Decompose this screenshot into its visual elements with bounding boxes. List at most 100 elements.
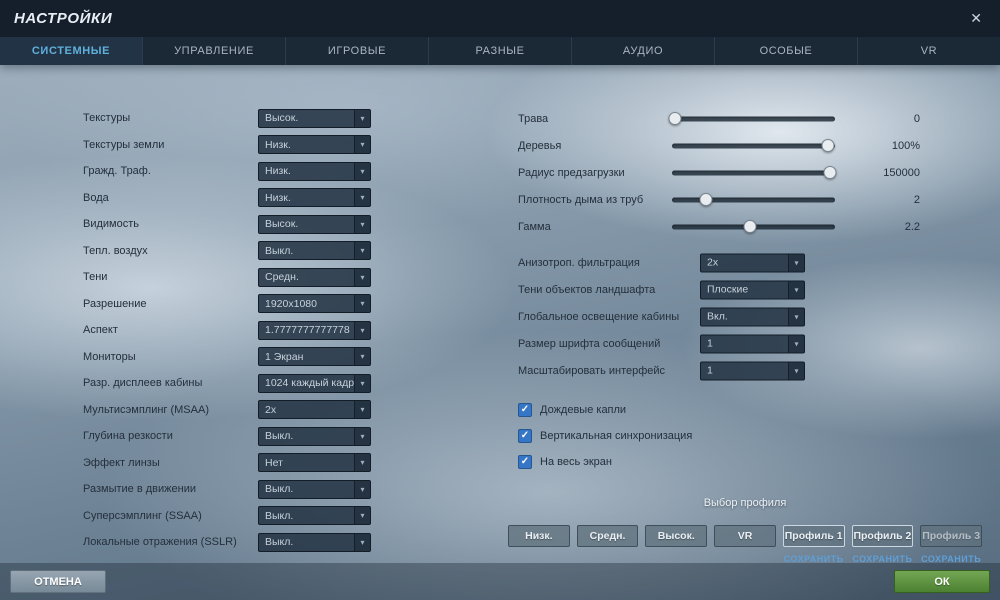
setting-row: Разр. дисплеев кабины 1024 каждый кадр ▾ [83,370,371,397]
setting-row: Тени объектов ландшафта Плоские ▾ [505,276,985,303]
profile-button[interactable]: VR [714,525,776,547]
close-icon[interactable]: ✕ [966,8,986,29]
setting-dropdown[interactable]: 1 Экран ▾ [258,347,371,367]
setting-row: Локальные отражения (SSLR) Выкл. ▾ [83,529,371,556]
chevron-down-icon: ▾ [354,348,370,366]
setting-dropdown[interactable]: Высок. ▾ [258,108,371,128]
setting-dropdown[interactable]: 1 ▾ [700,361,805,380]
setting-dropdown[interactable]: Выкл. ▾ [258,532,371,552]
profile-button[interactable]: Профиль 1 [782,525,845,547]
profile-button-label: Профиль 3 [922,530,981,542]
dropdown-value: 1.7777777777778 [265,324,350,337]
slider-value: 2.2 [904,220,920,233]
tab-bar: СИСТЕМНЫЕ УПРАВЛЕНИЕ ИГРОВЫЕ РАЗНЫЕ АУДИ… [0,37,1000,65]
check-icon: ✓ [520,456,530,467]
dropdown-value: 1024 каждый кадр [265,377,354,390]
slider-track[interactable] [672,220,835,233]
slider-label: Гамма [518,220,551,233]
dropdown-value: Вкл. [707,310,728,323]
setting-dropdown[interactable]: 1024 каждый кадр ▾ [258,373,371,393]
tab[interactable]: СИСТЕМНЫЕ [0,37,143,65]
setting-label: Текстуры [83,112,131,125]
profile-button[interactable]: Высок. [645,525,708,547]
setting-label: Размер шрифта сообщений [518,337,661,350]
tab[interactable]: УПРАВЛЕНИЕ [143,37,286,65]
checkbox-label: На весь экран [540,456,612,468]
setting-dropdown[interactable]: Вкл. ▾ [700,307,805,326]
setting-label: Текстуры земли [83,138,165,151]
dropdown-value: 2x [265,403,277,416]
slider-label: Деревья [518,139,562,152]
setting-row: Тени Средн. ▾ [83,264,371,291]
checkbox-group: ✓ Дождевые капли ✓ Вертикальная синхрони… [505,397,985,475]
setting-row: Глобальное освещение кабины Вкл. ▾ [505,303,985,330]
tab[interactable]: АУДИО [572,37,715,65]
tab[interactable]: VR [858,37,1000,65]
slider-track[interactable] [672,166,837,179]
setting-row: Разрешение 1920x1080 ▾ [83,291,371,318]
tab[interactable]: РАЗНЫЕ [429,37,572,65]
setting-dropdown[interactable]: Плоские ▾ [700,280,805,299]
tab-label: РАЗНЫЕ [475,45,525,57]
chevron-down-icon: ▾ [354,162,370,180]
setting-dropdown[interactable]: Выкл. ▾ [258,506,371,526]
setting-dropdown[interactable]: 2x ▾ [258,400,371,420]
slider-handle[interactable] [668,112,682,125]
checkbox[interactable]: ✓ [518,455,532,469]
profile-button[interactable]: Средн. [576,525,639,547]
setting-dropdown[interactable]: Выкл. ▾ [258,479,371,499]
chevron-down-icon: ▾ [354,533,370,551]
right-dropdown-group: Анизотроп. фильтрация 2x ▾ Тени объектов… [505,249,985,384]
slider-row: Радиус предзагрузки 150000 [505,159,985,186]
chevron-down-icon: ▾ [788,254,804,271]
profile-button[interactable]: Низк. [508,525,570,547]
setting-row: Размер шрифта сообщений 1 ▾ [505,330,985,357]
setting-row: Мультисэмплинг (MSAA) 2x ▾ [83,397,371,424]
chevron-down-icon: ▾ [788,362,804,379]
slider-track[interactable] [672,193,835,206]
setting-dropdown[interactable]: 1 ▾ [700,334,805,353]
setting-dropdown[interactable]: Низк. ▾ [258,188,371,208]
setting-label: Тени объектов ландшафта [518,283,656,296]
setting-dropdown[interactable]: Нет ▾ [258,453,371,473]
dropdown-value: Выкл. [265,536,294,549]
setting-label: Мониторы [83,350,136,363]
check-icon: ✓ [520,430,530,441]
profile-button-label: Высок. [657,530,695,542]
setting-dropdown[interactable]: Низк. ▾ [258,135,371,155]
slider-row: Плотность дыма из труб 2 [505,186,985,213]
slider-handle[interactable] [699,193,713,206]
titlebar: НАСТРОЙКИ ✕ [0,0,1000,37]
tab[interactable]: ИГРОВЫЕ [286,37,429,65]
slider-track[interactable] [672,139,835,152]
chevron-down-icon: ▾ [354,321,370,339]
setting-label: Вода [83,191,109,204]
setting-label: Мультисэмплинг (MSAA) [83,403,209,416]
setting-dropdown[interactable]: 2x ▾ [700,253,805,272]
tab[interactable]: ОСОБЫЕ [715,37,858,65]
setting-dropdown[interactable]: Выкл. ▾ [258,426,371,446]
profile-button-label: Средн. [589,530,626,542]
setting-dropdown[interactable]: Высок. ▾ [258,214,371,234]
checkbox[interactable]: ✓ [518,403,532,417]
setting-label: Размытие в движении [83,483,196,496]
setting-dropdown[interactable]: 1920x1080 ▾ [258,294,371,314]
slider-value: 2 [913,193,920,206]
setting-label: Локальные отражения (SSLR) [83,536,237,549]
cancel-button[interactable]: ОТМЕНА [10,570,106,593]
setting-dropdown[interactable]: Средн. ▾ [258,267,371,287]
checkbox[interactable]: ✓ [518,429,532,443]
slider-row: Деревья 100% [505,132,985,159]
profile-button[interactable]: Профиль 3 [920,525,982,547]
setting-dropdown[interactable]: 1.7777777777778 ▾ [258,320,371,340]
slider-handle[interactable] [743,220,757,233]
setting-dropdown[interactable]: Выкл. ▾ [258,241,371,261]
graphics-settings-column: Текстуры Высок. ▾ Текстуры земли Низк. ▾… [83,105,371,556]
profile-button[interactable]: Профиль 2 [851,525,914,547]
setting-row: Вода Низк. ▾ [83,185,371,212]
setting-dropdown[interactable]: Низк. ▾ [258,161,371,181]
slider-track[interactable] [668,112,835,125]
chevron-down-icon: ▾ [788,281,804,298]
slider-label: Трава [518,112,549,125]
ok-button[interactable]: ОК [894,570,990,593]
